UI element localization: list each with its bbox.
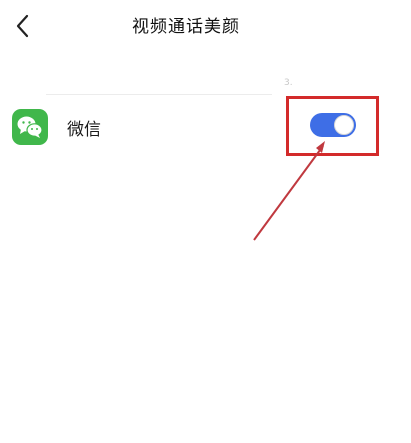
annotation-arrow bbox=[253, 141, 325, 241]
screen: 视频通话美颜 3. 微信 bbox=[0, 0, 411, 443]
wechat-toggle[interactable] bbox=[310, 113, 356, 137]
page-title: 视频通话美颜 bbox=[132, 17, 240, 37]
divider bbox=[46, 94, 272, 95]
app-name: 微信 bbox=[67, 120, 101, 140]
app-row-wechat: 微信 bbox=[0, 100, 411, 156]
divider-mark: 3. bbox=[284, 78, 293, 88]
toggle-knob bbox=[334, 115, 354, 135]
wechat-icon bbox=[12, 109, 48, 145]
header: 视频通话美颜 bbox=[0, 0, 411, 52]
